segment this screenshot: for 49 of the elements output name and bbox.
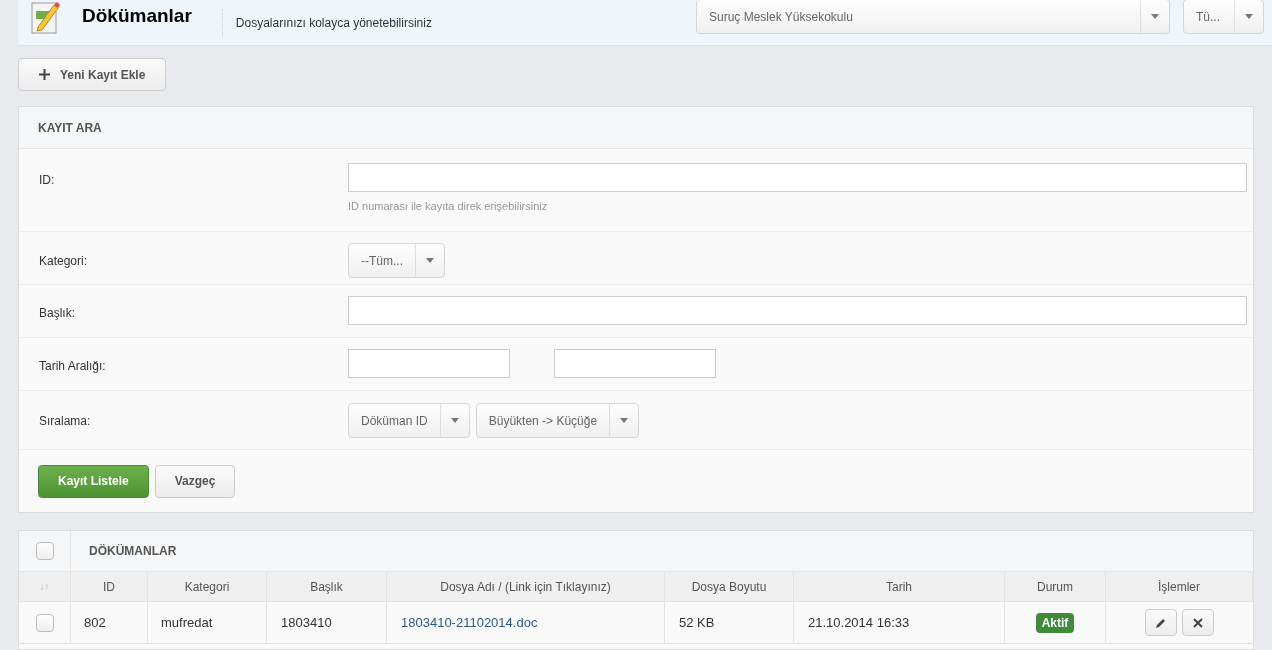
dropdown[interactable]: --Tüm... [348,243,445,278]
caret-icon [620,418,629,423]
column-header: Durum [1005,572,1106,601]
caret-icon [426,258,434,263]
list-records-button[interactable]: Kayıt Listele [38,464,149,498]
field-label: ID: [38,172,56,189]
caret-icon [1245,14,1253,19]
column-header: İşlemler [1106,572,1253,601]
pencil-icon [1155,616,1167,629]
page-subtitle: Dosyalarınızı kolayca yönetebilirsiniz [235,14,432,32]
field-label: Sıralama: [38,413,92,430]
column-header: ID [71,572,148,601]
caret-icon [1151,14,1159,19]
table-cell: 1803410 [267,602,387,643]
field-label: Başlık: [38,305,76,322]
text-field[interactable] [348,296,1247,325]
add-record-button[interactable]: Yeni Kayıt Ekle [18,58,167,91]
dropdown[interactable]: Büyükten -> Küçüğe [475,403,640,438]
checkbox[interactable] [35,613,54,632]
plus-icon [39,69,50,80]
status-badge: Aktif [1035,612,1075,633]
text-field[interactable] [348,163,1247,192]
dropdown[interactable]: Suruç Meslek Yüksekokulu [696,0,1170,34]
cancel-button[interactable]: Vazgeç [154,464,236,498]
table-cell: mufredat [148,602,267,643]
column-header: Kategori [148,572,267,601]
delete-button[interactable] [1182,609,1214,636]
column-header: Dosya Boyutu [665,572,794,601]
field-label: Tarih Aralığı: [38,358,107,375]
start-date-field[interactable] [348,349,510,378]
column-header: Dosya Adı / (Link için Tıklayınız) [387,572,665,601]
table-title: DÖKÜMANLAR [89,543,177,560]
file-link[interactable]: 1803410-21102014.doc [401,612,538,633]
caret-icon [450,418,459,423]
dropdown[interactable]: Tü... [1183,0,1264,34]
help-text: ID numarası ile kayıta direk erişebilirsiniz [348,199,549,214]
table-cell: 52 KB [665,602,794,643]
field-label: Kategori: [38,253,89,270]
column-header: Tarih [794,572,1005,601]
table-cell: 802 [71,602,148,643]
table-cell: 21.10.2014 16:33 [794,602,1005,643]
panel-title: KAYIT ARA [38,119,102,137]
dropdown[interactable]: Döküman ID [348,403,470,438]
checkbox[interactable] [35,542,54,560]
page-title: Dökümanlar [82,4,192,29]
column-header: Başlık [267,572,387,601]
edit-button[interactable] [1145,609,1177,636]
end-date-field[interactable] [554,349,716,378]
close-icon [1193,617,1203,628]
